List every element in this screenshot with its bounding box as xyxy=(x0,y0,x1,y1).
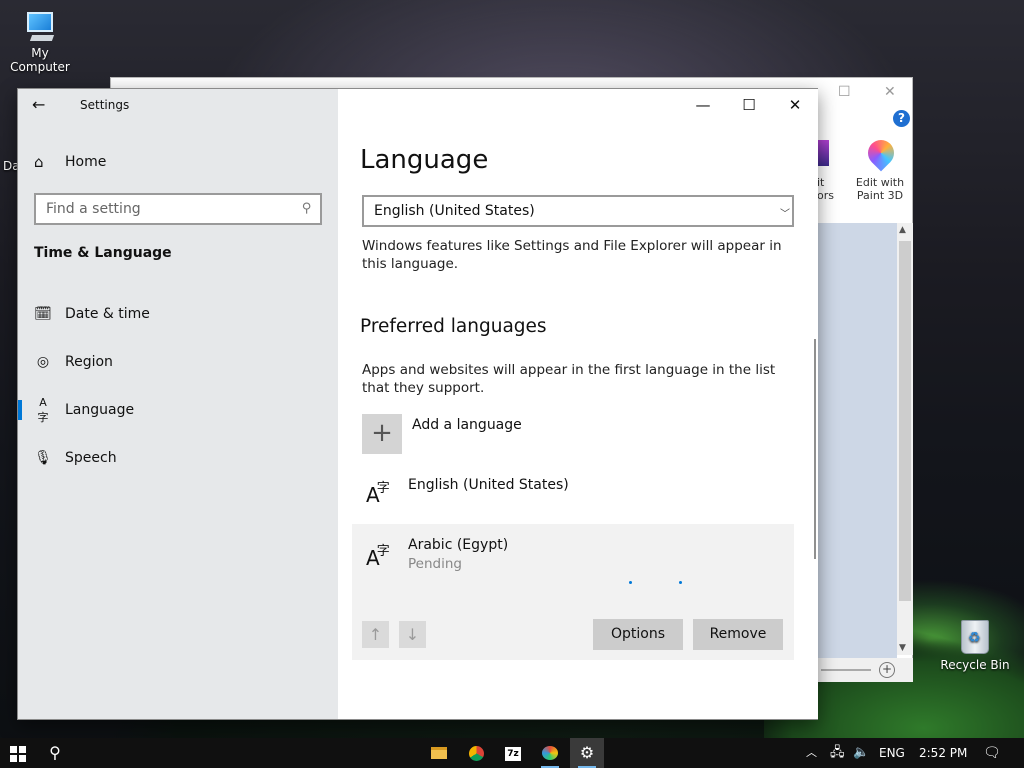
input-language-indicator[interactable]: ENG xyxy=(879,738,905,768)
back-arrow-icon[interactable]: ← xyxy=(32,95,52,115)
nav-item-label: Speech xyxy=(65,450,117,466)
nav-home[interactable]: ⌂ Home xyxy=(34,151,106,173)
remove-button[interactable]: Remove xyxy=(693,619,783,650)
paint-3d-icon[interactable] xyxy=(862,134,900,172)
language-icon: A字 xyxy=(37,395,49,424)
ribbon-colors-partial-1: it xyxy=(817,176,825,189)
settings-window: ← Settings ⌂ Home Find a setting ⚲ Time … xyxy=(17,88,818,720)
ribbon-colors-partial-2: ors xyxy=(817,189,834,202)
app-title: Settings xyxy=(80,98,130,112)
home-icon: ⌂ xyxy=(34,153,44,171)
move-up-button[interactable]: ↑ xyxy=(362,621,389,648)
desktop-icon-recycle-bin[interactable]: ♻ Recycle Bin xyxy=(935,614,1015,672)
maximize-icon[interactable]: ☐ xyxy=(726,89,772,121)
nav-item-label: Region xyxy=(65,354,113,370)
section-title: Time & Language xyxy=(34,245,172,261)
volume-icon[interactable]: 🔈 xyxy=(853,738,869,768)
selected-language: English (United States) xyxy=(374,203,535,219)
search-placeholder: Find a setting xyxy=(46,201,141,217)
show-hidden-icons-chevron-up-icon[interactable]: ︿ xyxy=(806,738,817,768)
recycle-bin-icon: ♻ xyxy=(957,614,993,656)
settings-sidebar: ← Settings ⌂ Home Find a setting ⚲ Time … xyxy=(18,89,338,719)
add-language-plus-icon[interactable]: + xyxy=(362,414,402,454)
content-scrollbar[interactable] xyxy=(814,339,816,559)
nav-item-label: Language xyxy=(65,402,135,418)
settings-gear-icon[interactable]: ⚙ xyxy=(570,738,604,768)
globe-icon: ◎ xyxy=(36,354,50,370)
edit-colors-icon[interactable] xyxy=(817,140,829,166)
calendar-clock-icon: 🗓 xyxy=(34,306,52,322)
language-name: English (United States) xyxy=(408,477,569,493)
windows-display-language-select[interactable]: English (United States) ﹀ xyxy=(362,195,794,227)
computer-icon xyxy=(23,10,57,44)
maximize-icon[interactable]: ☐ xyxy=(838,84,851,100)
help-icon[interactable]: ? xyxy=(893,110,910,127)
paint3d-label-2: Paint 3D xyxy=(856,189,904,202)
progress-dot xyxy=(679,581,682,584)
settings-content: — ☐ ✕ Language English (United States) ﹀… xyxy=(338,89,818,719)
language-list-item[interactable]: A字 English (United States) xyxy=(352,461,794,521)
chevron-down-icon: ﹀ xyxy=(780,209,790,220)
7zip-icon[interactable]: 7z xyxy=(496,738,530,768)
search-icon[interactable]: ⚲ xyxy=(38,738,72,768)
window-controls: — ☐ ✕ xyxy=(680,89,818,121)
add-language-button[interactable]: Add a language xyxy=(412,417,522,433)
language-name: Arabic (Egypt) xyxy=(408,537,509,553)
scrollbar-thumb[interactable] xyxy=(899,241,911,601)
microphone-icon: 🎙 xyxy=(34,450,52,466)
zoom-in-icon[interactable]: + xyxy=(879,662,895,678)
search-input[interactable]: Find a setting ⚲ xyxy=(34,193,322,225)
windows-logo-icon xyxy=(10,746,26,762)
display-language-description: Windows features like Settings and File … xyxy=(362,238,782,272)
paint-ribbon: it ors Edit with Paint 3D xyxy=(817,134,913,208)
language-icon: A字 xyxy=(366,481,390,507)
minimize-icon[interactable]: — xyxy=(680,89,726,121)
paint-canvas[interactable] xyxy=(817,223,897,678)
page-title: Language xyxy=(360,145,489,175)
progress-dot xyxy=(629,581,632,584)
scroll-up-icon[interactable]: ▲ xyxy=(899,225,906,235)
clock[interactable]: 2:52 PM xyxy=(919,738,967,768)
nav-item-date-time[interactable]: 🗓 Date & time xyxy=(18,294,338,334)
zoom-slider[interactable] xyxy=(821,669,871,671)
paint-status-bar: + xyxy=(817,658,913,682)
close-icon[interactable]: ✕ xyxy=(884,84,896,100)
preferred-languages-heading: Preferred languages xyxy=(360,316,547,337)
nav-item-speech[interactable]: 🎙 Speech xyxy=(18,438,338,478)
network-icon[interactable]: 🖧 xyxy=(830,738,845,768)
desktop-icon-label: My Computer xyxy=(10,46,70,74)
options-button[interactable]: Options xyxy=(593,619,683,650)
preferred-languages-description: Apps and websites will appear in the fir… xyxy=(362,362,776,396)
nav-item-region[interactable]: ◎ Region xyxy=(18,342,338,382)
paint-icon[interactable] xyxy=(533,738,567,768)
search-icon[interactable]: ⚲ xyxy=(302,201,312,216)
start-button[interactable] xyxy=(0,738,36,768)
vertical-scrollbar[interactable]: ▲ ▼ xyxy=(897,223,913,655)
language-icon: A字 xyxy=(366,544,390,570)
language-list-item-selected[interactable]: A字 Arabic (Egypt) Pending ↑ ↓ Options Re… xyxy=(352,524,794,660)
taskbar: ⚲ 7z ⚙ ︿ 🖧 🔈 ENG 2:52 PM 🗨 xyxy=(0,738,1024,768)
chrome-icon[interactable] xyxy=(459,738,493,768)
scroll-down-icon[interactable]: ▼ xyxy=(899,643,906,653)
action-center-icon[interactable]: 🗨 xyxy=(983,738,1001,768)
file-explorer-icon[interactable] xyxy=(422,738,456,768)
nav-item-label: Date & time xyxy=(65,306,150,322)
desktop-icon-label: Recycle Bin xyxy=(940,658,1010,672)
paint3d-label-1: Edit with xyxy=(855,176,905,189)
nav-item-language[interactable]: A字 Language xyxy=(18,390,338,430)
edit-with-paint-3d-button[interactable]: Edit with Paint 3D xyxy=(850,176,910,202)
nav-home-label: Home xyxy=(65,154,107,170)
close-icon[interactable]: ✕ xyxy=(772,89,818,121)
move-down-button[interactable]: ↓ xyxy=(399,621,426,648)
language-status: Pending xyxy=(408,556,462,572)
desktop-icon-my-computer[interactable]: My Computer xyxy=(0,10,80,74)
